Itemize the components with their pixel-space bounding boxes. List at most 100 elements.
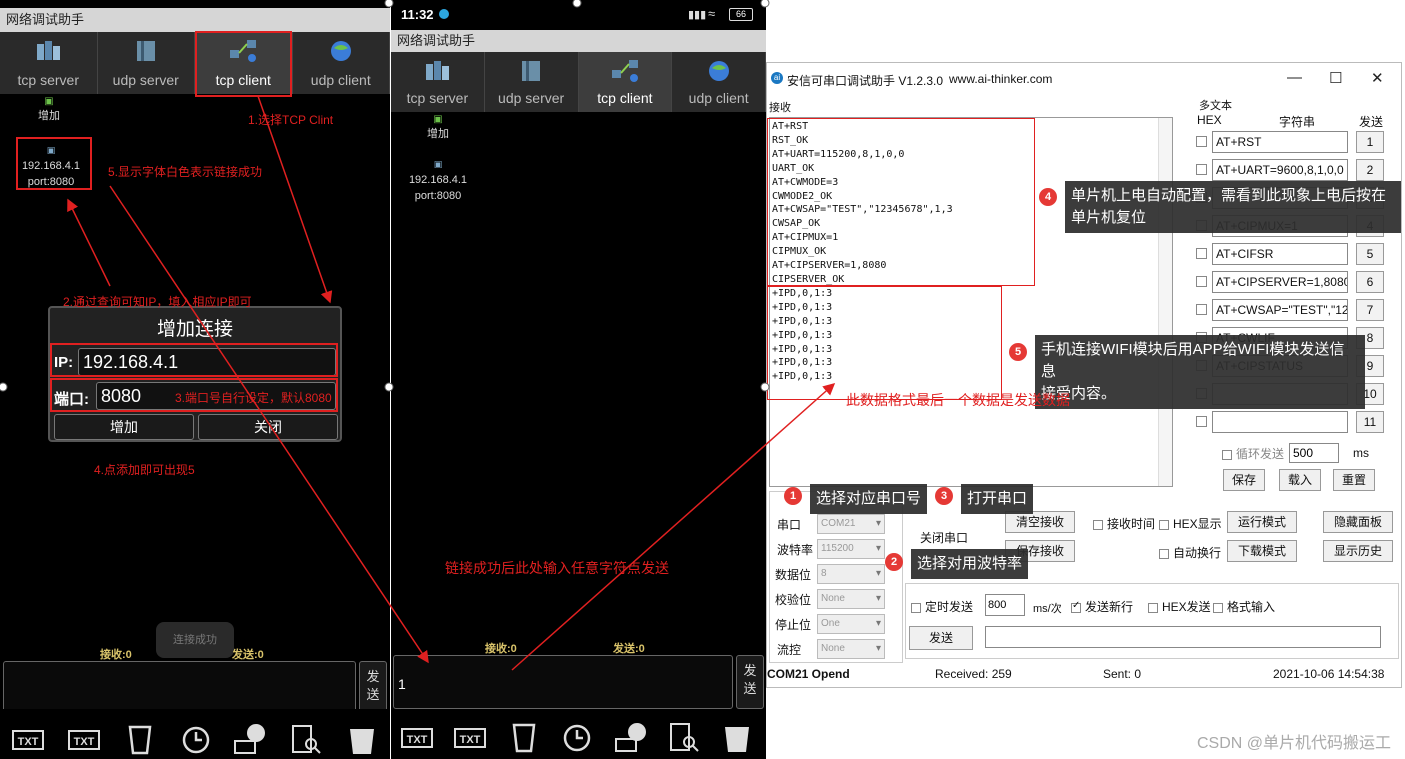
tab-tcp-server[interactable]: tcp server: [391, 52, 485, 112]
stop-bits-label: 停止位: [775, 618, 812, 632]
annotation-4: 4.点添加即可出现5: [94, 463, 195, 477]
send-button[interactable]: 发送: [909, 626, 973, 650]
add-connection-button[interactable]: ▣ 增加: [418, 114, 458, 141]
highlight-tcp-client: [195, 31, 292, 97]
multi-text-send-button[interactable]: 6: [1356, 271, 1384, 293]
add-connection-button[interactable]: ▣ 增加: [29, 96, 69, 123]
multi-text-input[interactable]: AT+CIFSR: [1212, 243, 1348, 265]
tab-udp-server[interactable]: udp server: [98, 32, 195, 94]
flow-select[interactable]: None: [817, 639, 885, 659]
multi-text-input[interactable]: AT+UART=9600,8,1,0,0: [1212, 159, 1348, 181]
show-history-button[interactable]: 显示历史: [1323, 540, 1393, 562]
multi-text-input[interactable]: AT+RST: [1212, 131, 1348, 153]
annotation-7: 此数据格式最后一个数据是发送数据: [846, 392, 1070, 408]
data-bits-select[interactable]: 8: [817, 564, 885, 584]
timed-interval-input[interactable]: 800: [985, 594, 1025, 616]
trash-icon[interactable]: [721, 723, 753, 755]
book-icon: [136, 41, 155, 61]
multi-text-send-button[interactable]: 5: [1356, 243, 1384, 265]
notification-icon: [439, 9, 449, 19]
multi-text-input[interactable]: [1212, 411, 1348, 433]
auto-wrap-checkbox[interactable]: 自动换行: [1159, 544, 1221, 561]
svg-text:TXT: TXT: [460, 734, 481, 746]
port-label: 串口: [777, 518, 802, 532]
reset-multi-button[interactable]: 重置: [1333, 469, 1375, 491]
multi-text-hex-checkbox[interactable]: [1196, 304, 1207, 315]
txt-icon[interactable]: TXT: [12, 723, 44, 755]
window-title: 安信可串口调试助手 V1.2.3.0: [787, 74, 944, 88]
window-titlebar: ai 安信可串口调试助手 V1.2.3.0 www.ai-thinker.com…: [767, 63, 1401, 95]
tab-udp-client[interactable]: udp client: [672, 52, 766, 112]
tab-udp-client[interactable]: udp client: [293, 32, 390, 94]
txt-icon[interactable]: TXT: [68, 723, 100, 755]
data-bits-label: 数据位: [775, 568, 812, 582]
multi-text-hex-checkbox[interactable]: [1196, 164, 1207, 175]
multi-text-hex-checkbox[interactable]: [1196, 248, 1207, 259]
txt-icon[interactable]: TXT: [401, 723, 433, 755]
tab-udp-server[interactable]: udp server: [485, 52, 579, 112]
multi-text-input[interactable]: AT+CIPSERVER=1,8080: [1212, 271, 1348, 293]
clock-icon[interactable]: [180, 723, 212, 755]
highlight-config-lines: [767, 118, 1035, 286]
run-mode-button[interactable]: 运行模式: [1227, 511, 1297, 533]
search-document-icon[interactable]: [668, 723, 700, 755]
send-input[interactable]: [985, 626, 1381, 648]
multi-text-input[interactable]: AT+CWSAP="TEST","1234: [1212, 299, 1348, 321]
multi-text-send-button[interactable]: 7: [1356, 299, 1384, 321]
multi-text-hex-checkbox[interactable]: [1196, 276, 1207, 287]
tab-tcp-client[interactable]: tcp client: [578, 52, 673, 112]
svg-text:TXT: TXT: [18, 736, 39, 748]
receive-scrollbar[interactable]: [1158, 118, 1172, 486]
txt-icon[interactable]: TXT: [454, 723, 486, 755]
download-mode-button[interactable]: 下载模式: [1227, 540, 1297, 562]
annotation-6: 链接成功后此处输入任意字符点发送: [445, 560, 669, 576]
load-multi-button[interactable]: 载入: [1279, 469, 1321, 491]
multi-text-hex-checkbox[interactable]: [1196, 136, 1207, 147]
baud-select[interactable]: 115200: [817, 539, 885, 559]
close-port-button[interactable]: 关闭串口: [920, 529, 968, 546]
cup-icon[interactable]: [508, 723, 540, 755]
multi-text-label: 多文本: [1199, 100, 1232, 112]
loop-send-checkbox[interactable]: 循环发送: [1222, 445, 1284, 462]
connection-icon: ▣: [433, 159, 443, 169]
multi-text-send-button[interactable]: 2: [1356, 159, 1384, 181]
tab-tcp-server[interactable]: tcp server: [0, 32, 98, 94]
hex-send-checkbox[interactable]: HEX发送: [1148, 598, 1211, 615]
server-icon: [426, 61, 450, 80]
stop-bits-select[interactable]: One: [817, 614, 885, 634]
tip-select-baud: 选择对用波特率: [911, 549, 1029, 579]
multi-text-hex-checkbox[interactable]: [1196, 416, 1207, 427]
close-icon[interactable]: ✕: [1371, 69, 1384, 87]
send-button[interactable]: 发 送: [736, 655, 764, 709]
user-icon[interactable]: [234, 723, 266, 755]
maximize-icon[interactable]: ☐: [1329, 69, 1342, 87]
hex-display-checkbox[interactable]: HEX显示: [1159, 515, 1222, 532]
parity-label: 校验位: [775, 593, 812, 607]
connection-item[interactable]: ▣ 192.168.4.1 port:8080: [405, 156, 471, 204]
send-newline-checkbox[interactable]: 发送新行: [1071, 598, 1133, 615]
save-multi-button[interactable]: 保存: [1223, 469, 1265, 491]
dialog-close-button[interactable]: 关闭: [198, 414, 338, 440]
loop-interval-input[interactable]: 500: [1289, 443, 1339, 463]
receive-time-checkbox[interactable]: 接收时间: [1093, 515, 1155, 532]
cup-icon[interactable]: [124, 723, 156, 755]
search-document-icon[interactable]: [290, 723, 322, 755]
hide-panel-button[interactable]: 隐藏面板: [1323, 511, 1393, 533]
multi-text-send-button[interactable]: 1: [1356, 131, 1384, 153]
string-column-header: 字符串: [1279, 115, 1316, 129]
timed-send-checkbox[interactable]: 定时发送: [911, 598, 973, 615]
clock-time: 11:32: [401, 7, 434, 22]
dialog-add-button[interactable]: 增加: [54, 414, 194, 440]
minimize-icon[interactable]: —: [1287, 69, 1302, 86]
parity-select[interactable]: None: [817, 589, 885, 609]
message-input[interactable]: 1: [393, 655, 733, 709]
user-icon[interactable]: [615, 723, 647, 755]
trash-icon[interactable]: [346, 723, 378, 755]
clock-icon[interactable]: [561, 723, 593, 755]
window-statusbar: COM21 Opend Received: 259 Sent: 0 2021-1…: [767, 663, 1401, 687]
bottom-toolbar: TXT TXT: [0, 709, 390, 759]
port-select[interactable]: COM21: [817, 514, 885, 534]
clear-receive-button[interactable]: 清空接收: [1005, 511, 1075, 533]
format-input-checkbox[interactable]: 格式输入: [1213, 598, 1275, 615]
multi-text-send-button[interactable]: 11: [1356, 411, 1384, 433]
